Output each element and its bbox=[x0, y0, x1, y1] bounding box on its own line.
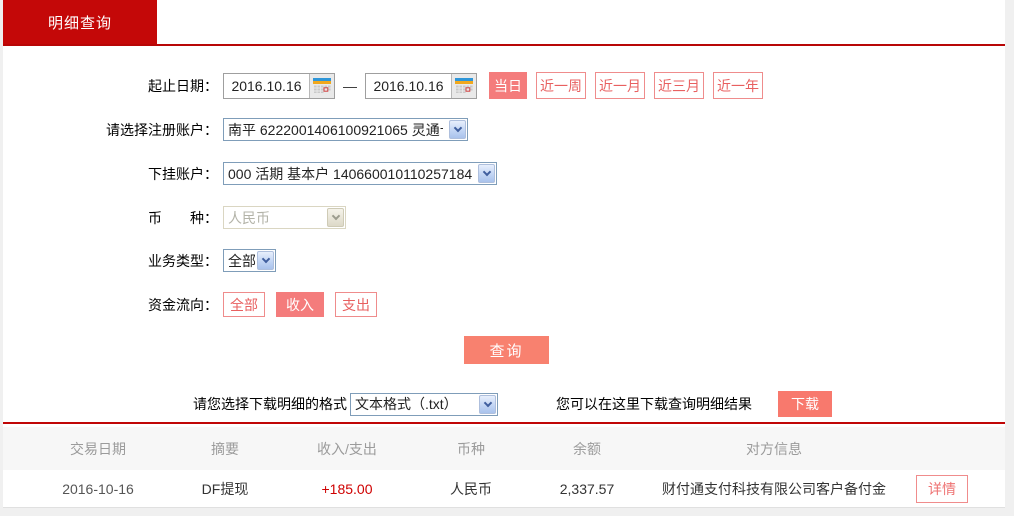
date-from-input[interactable]: 2016.10.16 bbox=[223, 72, 335, 99]
chevron-down-icon bbox=[449, 120, 466, 139]
calendar-from-button[interactable] bbox=[309, 73, 334, 98]
quick-range-label: 近三月 bbox=[658, 77, 700, 94]
cell-counterparty: 财付通支付科技有限公司客户备付金 bbox=[662, 480, 886, 497]
table-header-row: 交易日期 摘要 收入/支出 币种 余额 对方信息 bbox=[3, 427, 1005, 470]
detail-button[interactable]: 详情 bbox=[916, 474, 968, 503]
date-to-value: 2016.10.16 bbox=[373, 77, 444, 94]
calendar-icon bbox=[455, 78, 473, 93]
table-row: 2016-10-16 DF提现 +185.00 人民币 2,337.57 财付通… bbox=[3, 470, 1005, 508]
query-button-label: 查询 bbox=[489, 342, 524, 360]
cell-trade-date: 2016-10-16 bbox=[62, 480, 134, 497]
download-format-select[interactable]: 文本格式（.txt） bbox=[350, 392, 498, 416]
download-button[interactable]: 下载 bbox=[778, 391, 832, 417]
fund-flow-all-button[interactable]: 全部 bbox=[223, 292, 265, 317]
quick-range-label: 近一周 bbox=[540, 77, 582, 94]
business-type-row: 业务类型： 全部 bbox=[3, 249, 276, 272]
detail-button-label: 详情 bbox=[928, 480, 956, 497]
sub-account-row: 下挂账户： 000 活期 基本户 1406600101102571848 bbox=[3, 162, 497, 185]
currency-label: 币 种： bbox=[148, 209, 218, 226]
registered-account-select[interactable]: 南平 6222001406100921065 灵通卡 bbox=[223, 118, 468, 141]
date-range-label: 起止日期： bbox=[148, 77, 218, 94]
fund-flow-option-label: 收入 bbox=[286, 296, 314, 313]
results-table: 交易日期 摘要 收入/支出 币种 余额 对方信息 2016-10-16 DF提现… bbox=[3, 427, 1005, 508]
header-balance: 余额 bbox=[573, 440, 601, 457]
tab-underline bbox=[3, 44, 1005, 46]
content-panel: 明细查询 起止日期： 2016.10.16 — 2016.10.16 当日 近一… bbox=[3, 0, 1005, 508]
chevron-down-icon bbox=[257, 251, 274, 270]
currency-select: 人民币 bbox=[223, 206, 346, 229]
download-hint-label: 您可以在这里下载查询明细结果 bbox=[556, 396, 752, 412]
cell-balance: 2,337.57 bbox=[559, 480, 615, 497]
quick-range-today-button[interactable]: 当日 bbox=[489, 72, 527, 99]
fund-flow-expense-button[interactable]: 支出 bbox=[335, 292, 377, 317]
registered-account-label: 请选择注册账户： bbox=[106, 121, 218, 138]
sub-account-label: 下挂账户： bbox=[148, 165, 218, 182]
fund-flow-label: 资金流向： bbox=[148, 296, 218, 313]
chevron-down-icon bbox=[479, 394, 496, 414]
registered-account-row: 请选择注册账户： 南平 6222001406100921065 灵通卡 bbox=[3, 118, 468, 141]
tab-detail-query[interactable]: 明细查询 bbox=[3, 0, 157, 44]
download-button-label: 下载 bbox=[791, 396, 819, 412]
cell-summary: DF提现 bbox=[201, 480, 249, 497]
quick-range-year-button[interactable]: 近一年 bbox=[713, 72, 763, 99]
header-trade-date: 交易日期 bbox=[70, 440, 126, 457]
quick-range-label: 当日 bbox=[494, 77, 522, 94]
business-type-label: 业务类型： bbox=[148, 252, 218, 269]
header-currency: 币种 bbox=[457, 440, 485, 457]
date-separator: — bbox=[343, 77, 357, 94]
tab-label: 明细查询 bbox=[47, 14, 112, 32]
quick-range-week-button[interactable]: 近一周 bbox=[536, 72, 586, 99]
download-format-label: 请您选择下载明细的格式 bbox=[193, 396, 347, 412]
chevron-down-icon bbox=[478, 164, 495, 183]
table-top-divider bbox=[3, 422, 1005, 424]
sub-account-select[interactable]: 000 活期 基本户 1406600101102571848 bbox=[223, 162, 497, 185]
query-button[interactable]: 查询 bbox=[464, 336, 549, 364]
sub-account-value: 000 活期 基本户 1406600101102571848 bbox=[228, 165, 472, 182]
header-income-expense: 收入/支出 bbox=[317, 440, 377, 457]
quick-range-quarter-button[interactable]: 近三月 bbox=[654, 72, 704, 99]
currency-row: 币 种： 人民币 bbox=[3, 206, 346, 229]
download-format-value: 文本格式（.txt） bbox=[355, 396, 458, 412]
tab-bar: 明细查询 bbox=[3, 0, 1005, 46]
business-type-value: 全部 bbox=[228, 252, 255, 269]
cell-currency: 人民币 bbox=[450, 480, 492, 497]
header-counterparty: 对方信息 bbox=[746, 440, 802, 457]
quick-range-label: 近一月 bbox=[599, 77, 641, 94]
fund-flow-row: 资金流向： 全部 收入 支出 bbox=[3, 292, 377, 317]
fund-flow-option-label: 全部 bbox=[230, 296, 258, 313]
cell-actions: 详情 bbox=[879, 474, 1005, 503]
fund-flow-income-button[interactable]: 收入 bbox=[276, 292, 324, 317]
chevron-down-icon bbox=[327, 208, 344, 227]
fund-flow-option-label: 支出 bbox=[342, 296, 370, 313]
quick-range-month-button[interactable]: 近一月 bbox=[595, 72, 645, 99]
date-to-input[interactable]: 2016.10.16 bbox=[365, 72, 477, 99]
header-summary: 摘要 bbox=[211, 440, 239, 457]
quick-range-label: 近一年 bbox=[717, 77, 759, 94]
calendar-icon bbox=[313, 78, 331, 93]
registered-account-value: 南平 6222001406100921065 灵通卡 bbox=[228, 121, 443, 138]
date-range-row: 起止日期： 2016.10.16 — 2016.10.16 当日 近一周 近一月… bbox=[3, 72, 763, 99]
cell-amount: +185.00 bbox=[321, 480, 373, 497]
calendar-to-button[interactable] bbox=[451, 73, 476, 98]
currency-value: 人民币 bbox=[228, 209, 270, 226]
download-row: 请您选择下载明细的格式 文本格式（.txt） 您可以在这里下载查询明细结果 下载 bbox=[3, 391, 1005, 417]
business-type-select[interactable]: 全部 bbox=[223, 249, 276, 272]
date-from-value: 2016.10.16 bbox=[231, 77, 302, 94]
